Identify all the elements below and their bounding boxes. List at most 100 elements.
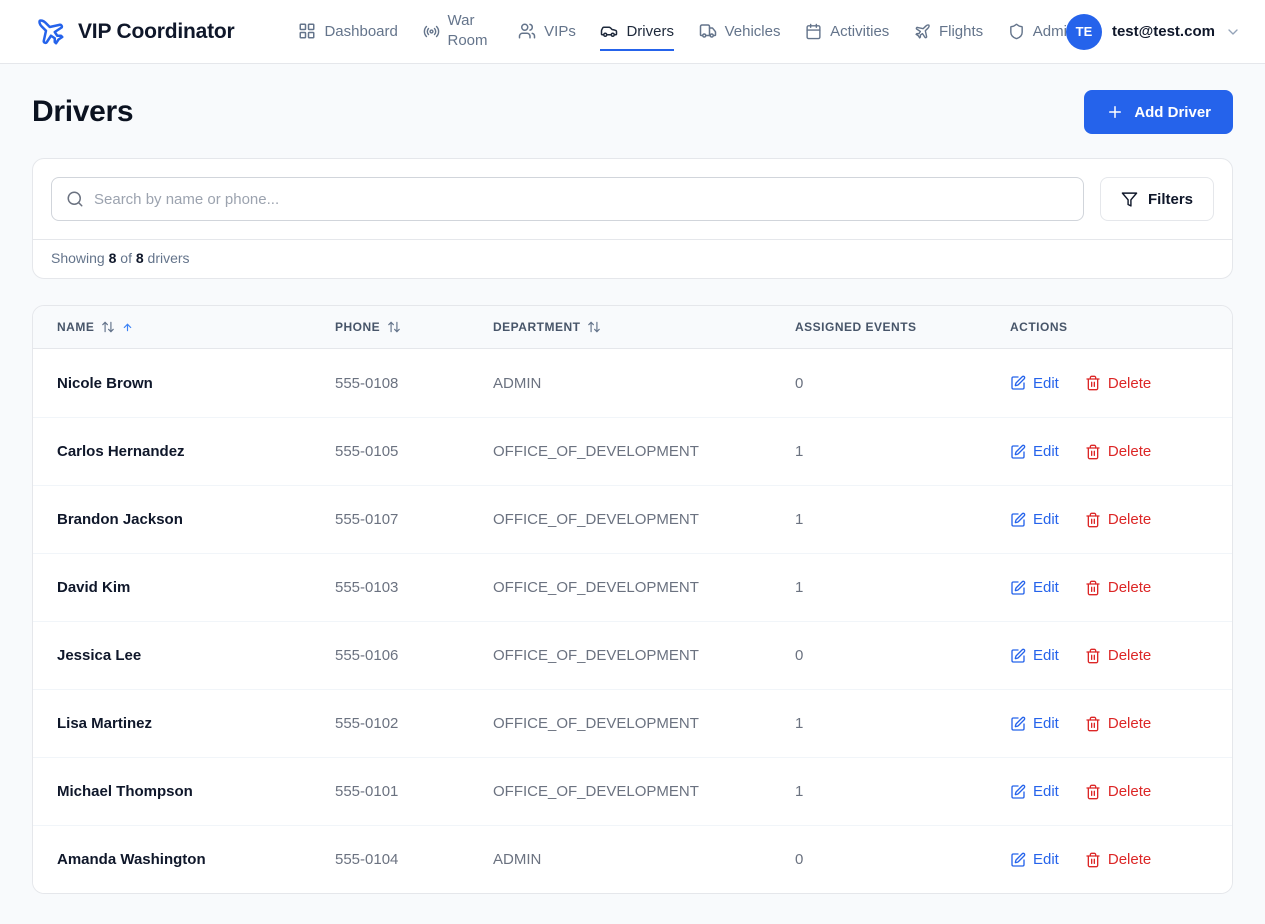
column-header-assigned-events: ASSIGNED EVENTS	[771, 320, 986, 334]
driver-department: ADMIN	[469, 851, 771, 868]
nav-item-label: Vehicles	[725, 23, 781, 40]
nav-item-war-room[interactable]: War Room	[423, 1, 494, 63]
page-title: Drivers	[32, 95, 133, 129]
trash-icon	[1085, 375, 1101, 391]
row-actions: Edit Delete	[986, 579, 1232, 596]
driver-department: OFFICE_OF_DEVELOPMENT	[469, 511, 771, 528]
column-label: ACTIONS	[1010, 320, 1068, 334]
column-label: NAME	[57, 320, 94, 334]
car-icon	[600, 22, 618, 40]
edit-button[interactable]: Edit	[1010, 783, 1059, 800]
row-actions: Edit Delete	[986, 647, 1232, 664]
delete-button[interactable]: Delete	[1085, 715, 1151, 732]
edit-label: Edit	[1033, 375, 1059, 392]
edit-pencil-icon	[1010, 648, 1026, 664]
column-header-name[interactable]: NAME	[33, 320, 311, 334]
edit-label: Edit	[1033, 443, 1059, 460]
nav-item-label: War Room	[448, 11, 494, 52]
edit-button[interactable]: Edit	[1010, 851, 1059, 868]
plane-logo-icon	[36, 17, 66, 47]
edit-button[interactable]: Edit	[1010, 647, 1059, 664]
nav-item-drivers[interactable]: Drivers	[600, 12, 674, 51]
driver-name: David Kim	[33, 579, 311, 596]
user-email: test@test.com	[1112, 23, 1215, 40]
edit-button[interactable]: Edit	[1010, 511, 1059, 528]
delete-button[interactable]: Delete	[1085, 579, 1151, 596]
trash-icon	[1085, 512, 1101, 528]
summary-suffix: drivers	[148, 250, 190, 266]
results-summary: Showing 8 of 8 drivers	[33, 239, 1232, 278]
edit-label: Edit	[1033, 511, 1059, 528]
edit-pencil-icon	[1010, 784, 1026, 800]
driver-phone: 555-0105	[311, 443, 469, 460]
nav-item-vehicles[interactable]: Vehicles	[699, 12, 781, 51]
table-row: Michael Thompson 555-0101 OFFICE_OF_DEVE…	[33, 757, 1232, 825]
delete-button[interactable]: Delete	[1085, 443, 1151, 460]
column-header-actions: ACTIONS	[986, 320, 1232, 334]
users-icon	[518, 22, 536, 40]
driver-department: ADMIN	[469, 375, 771, 392]
plus-icon	[1106, 103, 1124, 121]
driver-assigned-events: 0	[771, 851, 986, 868]
shield-icon	[1008, 23, 1025, 40]
main-nav: Dashboard War Room VIPs Drivers Vehicles	[234, 1, 1241, 63]
delete-button[interactable]: Delete	[1085, 647, 1151, 664]
driver-name: Amanda Washington	[33, 851, 311, 868]
trash-icon	[1085, 580, 1101, 596]
summary-prefix: Showing	[51, 250, 105, 266]
driver-phone: 555-0103	[311, 579, 469, 596]
table-header-row: NAME PHONE DEPARTMENT	[33, 306, 1232, 349]
row-actions: Edit Delete	[986, 783, 1232, 800]
driver-assigned-events: 0	[771, 375, 986, 392]
edit-button[interactable]: Edit	[1010, 375, 1059, 392]
row-actions: Edit Delete	[986, 511, 1232, 528]
edit-button[interactable]: Edit	[1010, 715, 1059, 732]
delete-button[interactable]: Delete	[1085, 375, 1151, 392]
driver-name: Jessica Lee	[33, 647, 311, 664]
radio-icon	[423, 23, 440, 40]
edit-button[interactable]: Edit	[1010, 579, 1059, 596]
table-row: Carlos Hernandez 555-0105 OFFICE_OF_DEVE…	[33, 417, 1232, 485]
nav-item-vips[interactable]: VIPs	[518, 12, 576, 51]
add-driver-button[interactable]: Add Driver	[1084, 90, 1233, 134]
driver-name: Carlos Hernandez	[33, 443, 311, 460]
search-input[interactable]	[94, 191, 1069, 208]
driver-phone: 555-0101	[311, 783, 469, 800]
nav-item-label: Activities	[830, 23, 889, 40]
delete-label: Delete	[1108, 715, 1151, 732]
driver-department: OFFICE_OF_DEVELOPMENT	[469, 783, 771, 800]
row-actions: Edit Delete	[986, 375, 1232, 392]
search-box[interactable]	[51, 177, 1084, 221]
delete-button[interactable]: Delete	[1085, 511, 1151, 528]
delete-label: Delete	[1108, 443, 1151, 460]
filters-button[interactable]: Filters	[1100, 177, 1214, 221]
trash-icon	[1085, 444, 1101, 460]
driver-assigned-events: 1	[771, 511, 986, 528]
add-driver-label: Add Driver	[1134, 104, 1211, 121]
sort-arrows-icon	[101, 320, 115, 334]
nav-item-activities[interactable]: Activities	[805, 13, 889, 51]
edit-label: Edit	[1033, 851, 1059, 868]
driver-name: Lisa Martinez	[33, 715, 311, 732]
trash-icon	[1085, 784, 1101, 800]
edit-button[interactable]: Edit	[1010, 443, 1059, 460]
delete-button[interactable]: Delete	[1085, 783, 1151, 800]
column-header-phone[interactable]: PHONE	[311, 320, 469, 334]
nav-item-dashboard[interactable]: Dashboard	[298, 12, 397, 51]
driver-department: OFFICE_OF_DEVELOPMENT	[469, 647, 771, 664]
calendar-icon	[805, 23, 822, 40]
driver-assigned-events: 1	[771, 783, 986, 800]
edit-label: Edit	[1033, 647, 1059, 664]
edit-pencil-icon	[1010, 580, 1026, 596]
truck-icon	[699, 22, 717, 40]
driver-department: OFFICE_OF_DEVELOPMENT	[469, 715, 771, 732]
edit-pencil-icon	[1010, 852, 1026, 868]
user-menu[interactable]: TE test@test.com	[1066, 14, 1241, 50]
sort-arrows-icon	[587, 320, 601, 334]
driver-department: OFFICE_OF_DEVELOPMENT	[469, 443, 771, 460]
nav-item-flights[interactable]: Flights	[914, 13, 983, 51]
delete-button[interactable]: Delete	[1085, 851, 1151, 868]
table-row: Amanda Washington 555-0104 ADMIN 0 Edit …	[33, 825, 1232, 893]
column-header-department[interactable]: DEPARTMENT	[469, 320, 771, 334]
driver-phone: 555-0107	[311, 511, 469, 528]
